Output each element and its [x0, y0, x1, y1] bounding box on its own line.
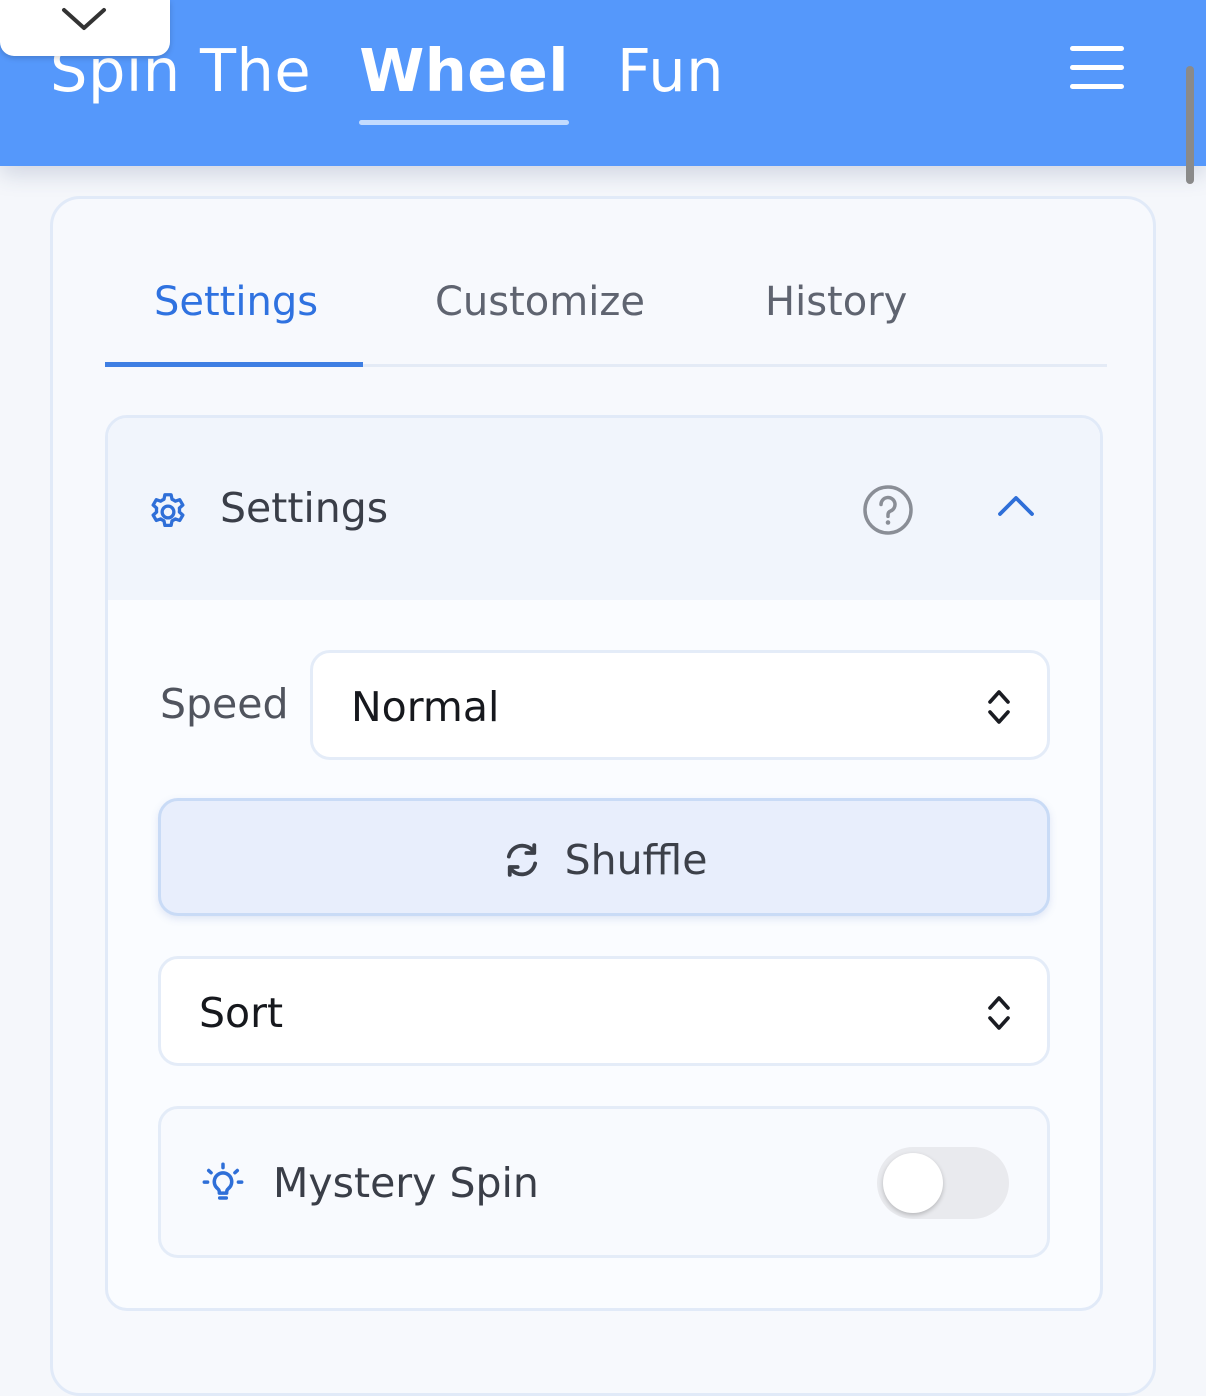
- tab-bar: Settings Customize History: [105, 259, 1107, 367]
- shuffle-button-label: Shuffle: [564, 836, 708, 884]
- sort-select-value: Sort: [199, 989, 284, 1037]
- mystery-spin-toggle[interactable]: [877, 1147, 1009, 1219]
- chevron-down-icon: [62, 8, 106, 30]
- brand-word-wheel: Wheel: [359, 35, 570, 125]
- settings-panel-title: Settings: [220, 484, 389, 532]
- page-scrollbar[interactable]: [1186, 66, 1194, 184]
- mystery-spin-row: Mystery Spin: [158, 1106, 1050, 1258]
- speed-select-value: Normal: [351, 683, 500, 731]
- refresh-icon: [506, 843, 537, 877]
- question-circle-icon[interactable]: [862, 484, 914, 536]
- toggle-knob: [883, 1153, 943, 1213]
- mystery-spin-label: Mystery Spin: [273, 1159, 539, 1207]
- active-tab-indicator: [105, 362, 363, 367]
- settings-panel: Settings Speed Normal Shuffle Sort Myste…: [105, 415, 1103, 1311]
- gear-icon: [151, 493, 185, 528]
- tab-history[interactable]: History: [765, 279, 907, 325]
- speed-label: Speed: [160, 680, 289, 728]
- tab-customize[interactable]: Customize: [435, 279, 645, 325]
- brand-word-fun: Fun: [617, 35, 725, 105]
- hamburger-menu-icon[interactable]: [1068, 44, 1128, 90]
- shuffle-button-content: Shuffle: [161, 835, 1047, 885]
- up-down-chevron-icon: [988, 996, 1010, 1030]
- main-card: Settings Customize History Settings Spee…: [50, 196, 1156, 1396]
- tab-settings[interactable]: Settings: [154, 279, 318, 325]
- collapse-toolbar-button[interactable]: [0, 0, 170, 56]
- up-down-chevron-icon: [988, 690, 1010, 724]
- sort-select[interactable]: Sort: [158, 956, 1050, 1066]
- chevron-up-icon[interactable]: [996, 492, 1036, 520]
- speed-select[interactable]: Normal: [310, 650, 1050, 760]
- settings-panel-header[interactable]: Settings: [108, 418, 1100, 600]
- app-header: Spin The Wheel Fun: [0, 0, 1206, 166]
- shuffle-button[interactable]: Shuffle: [158, 798, 1050, 916]
- lightbulb-icon: [202, 1162, 244, 1200]
